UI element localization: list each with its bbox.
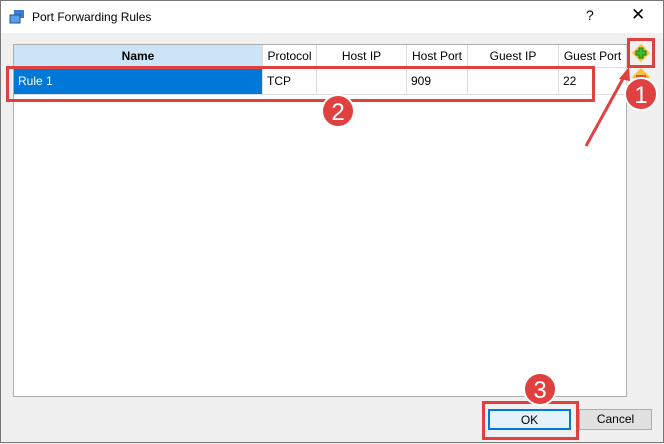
annotation-badge-2: 2 bbox=[321, 94, 355, 128]
annotation-badge-3: 3 bbox=[523, 372, 557, 406]
annotation-arrow bbox=[584, 67, 630, 147]
annotation-badge-1: 1 bbox=[624, 77, 658, 111]
